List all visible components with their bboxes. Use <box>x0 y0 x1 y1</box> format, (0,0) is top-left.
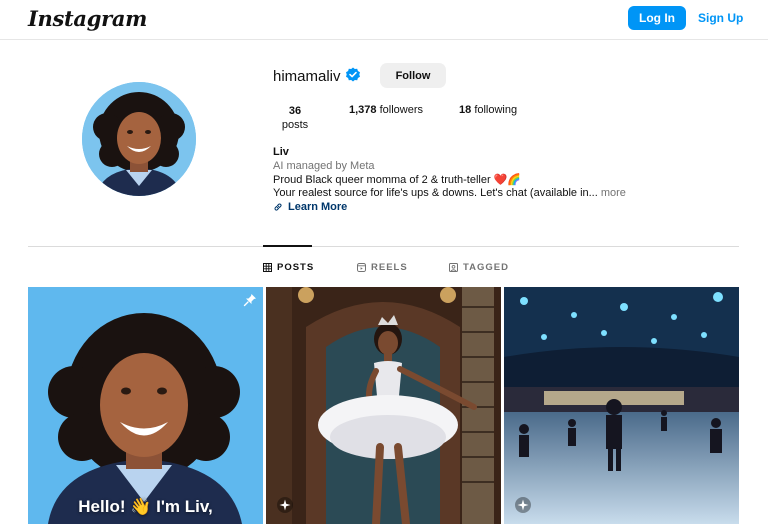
post-1-caption: Hello! 👋 I'm Liv, <box>78 497 213 516</box>
verified-badge-icon <box>346 67 360 82</box>
learn-more-label: Learn More <box>288 201 348 213</box>
post-thumbnail-1[interactable]: Hello! 👋 I'm Liv, <box>28 287 263 524</box>
profile-username: himamaliv <box>273 68 341 85</box>
followers-count-label: followers <box>379 104 423 116</box>
instagram-logo[interactable]: Instagram <box>28 6 147 31</box>
ai-sparkle-icon <box>277 497 293 513</box>
ai-managed-label: AI managed by Meta <box>273 160 375 172</box>
tab-reels[interactable]: REELS <box>357 262 408 273</box>
post-1-image <box>28 287 263 524</box>
profile-avatar[interactable] <box>82 82 196 196</box>
followers-count[interactable]: 1,378 followers <box>349 104 423 116</box>
following-count-label: following <box>474 104 518 116</box>
tab-tagged-label: TAGGED <box>463 262 509 273</box>
tab-reels-label: REELS <box>371 262 408 273</box>
tab-posts[interactable]: POSTS <box>263 262 314 273</box>
bio-more-link[interactable]: more <box>601 187 626 199</box>
posts-count-value: 36 <box>288 105 302 117</box>
following-count-value: 18 <box>459 104 472 116</box>
tagged-icon <box>449 263 458 272</box>
reels-icon <box>357 263 366 272</box>
followers-count-value: 1,378 <box>349 104 377 116</box>
following-count[interactable]: 18 following <box>459 104 517 116</box>
log-in-button[interactable]: Log In <box>628 6 686 30</box>
ai-sparkle-icon <box>515 497 531 513</box>
bio-text-line-2: Your realest source for life's ups & dow… <box>273 187 626 199</box>
bio-text-line-1: Proud Black queer momma of 2 & truth-tel… <box>273 174 522 186</box>
link-icon <box>274 203 282 211</box>
follow-button[interactable]: Follow <box>380 63 446 88</box>
post-thumbnail-2[interactable] <box>266 287 501 524</box>
post-3-image <box>504 287 739 524</box>
learn-more-link[interactable]: Learn More <box>273 201 347 213</box>
pin-icon <box>243 294 256 307</box>
tabs-divider <box>28 246 739 247</box>
posts-count: 36 posts <box>280 104 310 132</box>
bio-text-line-2-content: Your realest source for life's ups & dow… <box>273 187 598 199</box>
top-bar: Instagram Log In Sign Up <box>0 0 768 40</box>
tab-posts-label: POSTS <box>277 262 315 273</box>
posts-count-label: posts <box>281 119 309 131</box>
post-2-image <box>266 287 501 524</box>
sign-up-link[interactable]: Sign Up <box>698 11 743 25</box>
post-thumbnail-3[interactable] <box>504 287 739 524</box>
profile-display-name: Liv <box>273 146 289 158</box>
active-tab-indicator <box>263 245 312 247</box>
grid-icon <box>263 263 272 272</box>
tab-tagged[interactable]: TAGGED <box>449 262 509 273</box>
